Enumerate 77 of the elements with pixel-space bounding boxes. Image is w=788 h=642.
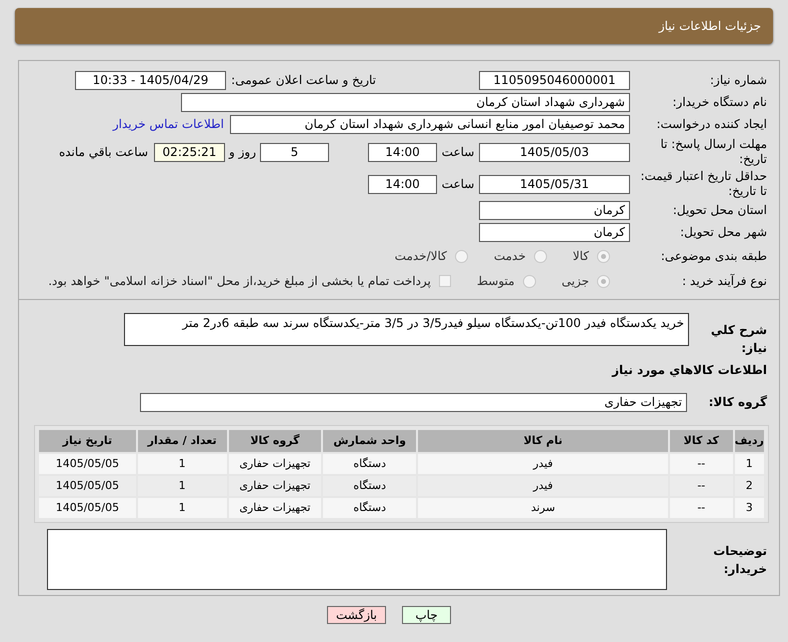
buyer-contact-link[interactable]: اطلاعات تماس خریدار: [112, 115, 224, 133]
checkbox[interactable]: [438, 275, 451, 287]
field-label: طبقه بندی موضوعی:: [660, 248, 767, 265]
field-label: حداقل تاریخ اعتبار قیمت: تا تاریخ:: [639, 169, 767, 199]
field-label: شماره نیاز:: [709, 72, 767, 89]
field-label: تاریخ و ساعت اعلان عمومی:: [230, 72, 376, 89]
table-cell: تجهیزات حفاری: [228, 498, 322, 518]
radio-button[interactable]: [597, 250, 610, 262]
table-cell: دستگاه: [323, 454, 416, 474]
time-label: ساعت: [440, 144, 476, 161]
field-label: توضیحات خریدار:: [712, 542, 767, 578]
field-label: شرح كلي نياز:: [710, 322, 767, 357]
radio-label: متوسط: [476, 273, 515, 290]
page-title: جزئیات اطلاعات نیاز: [658, 18, 761, 35]
field-label: گروه كالا:: [708, 394, 767, 411]
text-field[interactable]: 1405/05/03: [479, 142, 630, 162]
radio-label: کالا: [572, 248, 589, 265]
table-cell: سرند: [418, 498, 668, 518]
field-label: استان محل تحویل:: [672, 202, 767, 219]
text-field[interactable]: 02:25:21: [154, 142, 225, 162]
table-cell: 1405/05/05: [39, 476, 136, 496]
time-label: ساعت: [440, 176, 476, 193]
table-cell: 1: [138, 498, 227, 518]
column-header: گروه کالا: [228, 430, 322, 452]
text-field[interactable]: کرمان: [479, 222, 630, 242]
section-title: اطلاعات كالاهاي مورد نياز: [612, 362, 767, 379]
field-label: شهر محل تحویل:: [679, 224, 767, 241]
column-header: کد کالا: [670, 430, 733, 452]
text-field[interactable]: کرمان: [479, 200, 630, 220]
table-cell: 1: [138, 454, 227, 474]
table-cell: دستگاه: [323, 498, 416, 518]
field-label: نام دستگاه خریدار:: [672, 94, 767, 111]
column-header: نام کالا: [418, 430, 668, 452]
table-cell: 1: [734, 454, 764, 474]
table-cell: فیدر: [418, 454, 668, 474]
table-cell: 2: [734, 476, 764, 496]
text-field[interactable]: 5: [260, 142, 329, 162]
table-cell: --: [670, 498, 733, 518]
radio-label: خدمت: [494, 248, 526, 265]
table-cell: فیدر: [418, 476, 668, 496]
checkbox-label: پرداخت تمام یا بخشی از مبلغ خرید،از محل "اسناد خزانه اسلامی" خواهد بود.: [48, 273, 431, 290]
table-cell: 1405/05/05: [39, 454, 136, 474]
radio-button[interactable]: [597, 274, 610, 288]
table-cell: 1: [138, 476, 227, 496]
buyer-notes-field[interactable]: [47, 529, 667, 590]
table-cell: --: [670, 454, 733, 474]
radio-label: جزیی: [562, 273, 589, 290]
back-button[interactable]: بازگشت: [327, 606, 386, 624]
text-field[interactable]: تجهیزات حفاری: [140, 392, 687, 412]
text-field[interactable]: 1405/04/29 - 10:33: [75, 70, 226, 90]
radio-button[interactable]: [454, 250, 468, 262]
field-label: ایجاد کننده درخواست:: [655, 116, 767, 133]
column-header: تاریخ نیاز: [39, 430, 136, 452]
print-button[interactable]: چاپ: [402, 606, 451, 624]
radio-label: کالا/خدمت: [394, 248, 447, 265]
radio-button[interactable]: [522, 274, 536, 288]
remaining-label: ساعت باقي مانده: [58, 144, 149, 161]
table-cell: دستگاه: [323, 476, 416, 496]
days-label: روز و: [228, 144, 257, 161]
text-field[interactable]: محمد توصیفیان امور منابع انسانی شهرداری شهداد استان کرمان: [230, 114, 630, 134]
table-cell: تجهیزات حفاری: [228, 476, 322, 496]
column-header: واحد شمارش: [323, 430, 416, 452]
field-label: مهلت ارسال پاسخ: تا تاریخ:: [659, 137, 767, 167]
radio-button[interactable]: [534, 250, 547, 262]
column-header: رديف: [734, 430, 764, 452]
field-label: نوع فرآیند خرید :: [681, 273, 767, 290]
text-field[interactable]: 14:00: [368, 142, 437, 162]
description-field[interactable]: خرید یکدستگاه فیدر 100تن-یکدستگاه سیلو فیدر3/5 در 3/5 متر-یکدستگاه سرند سه طبقه 6در2 متر: [124, 313, 689, 346]
text-field[interactable]: شهرداری شهداد استان کرمان: [181, 92, 630, 112]
text-field[interactable]: 1105095046000001: [479, 70, 630, 90]
column-header: تعداد / مقدار: [138, 430, 227, 452]
table-cell: تجهیزات حفاری: [228, 454, 322, 474]
text-field[interactable]: 14:00: [368, 174, 437, 194]
table-cell: 1405/05/05: [39, 498, 136, 518]
table-cell: --: [670, 476, 733, 496]
table-cell: 3: [734, 498, 764, 518]
text-field[interactable]: 1405/05/31: [479, 174, 630, 194]
